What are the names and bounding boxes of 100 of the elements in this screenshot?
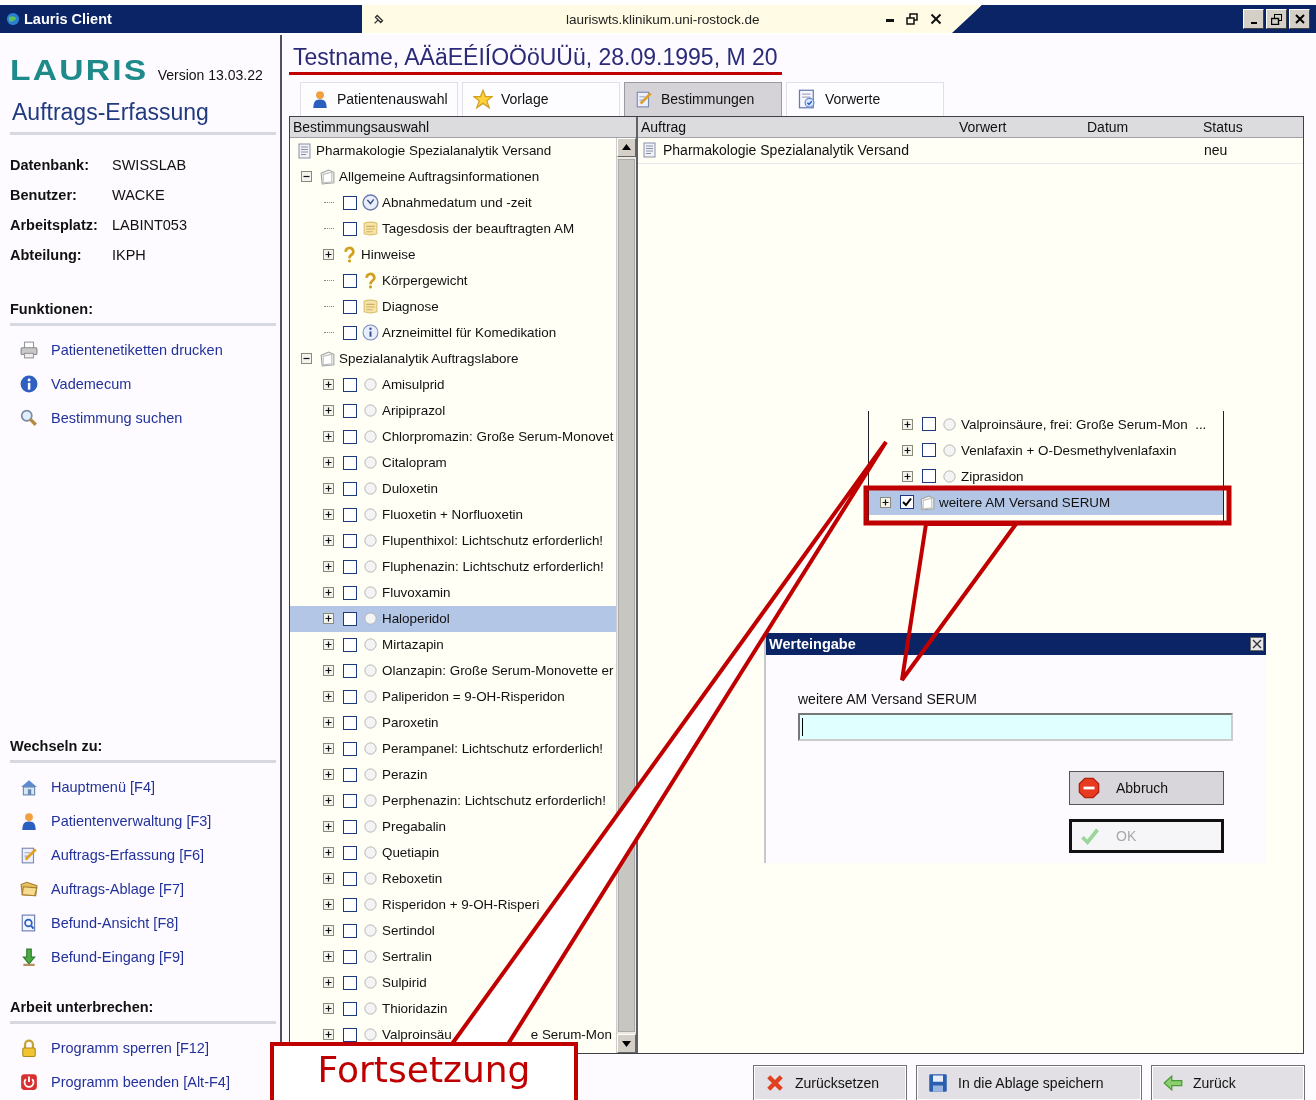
tree-row[interactable]: Thioridazin [290, 995, 616, 1022]
expand-toggle[interactable] [902, 444, 913, 456]
tree-row[interactable]: Aripiprazol [290, 397, 616, 424]
tree-row[interactable]: Venlafaxin + O-Desmethylvenlafaxin [869, 437, 1223, 463]
input-field[interactable] [798, 713, 1233, 741]
expand-toggle[interactable] [323, 483, 334, 495]
checkbox[interactable] [342, 741, 357, 756]
expand-toggle[interactable] [323, 691, 334, 703]
tree-row[interactable]: Hinweise [290, 241, 616, 268]
tab[interactable]: Patientenauswahl [300, 81, 458, 116]
expand-toggle[interactable] [323, 717, 334, 729]
expand-toggle[interactable] [323, 925, 334, 937]
tree-row[interactable]: Sulpirid [290, 969, 616, 996]
tree-row[interactable]: Ziprasidon [869, 463, 1223, 489]
checkbox[interactable] [342, 533, 357, 548]
tree-row[interactable]: weitere AM Versand SERUM [869, 489, 1223, 515]
checkbox[interactable] [342, 715, 357, 730]
sidebar-link[interactable]: Patientenetiketten drucken [51, 342, 223, 358]
expand-toggle[interactable] [323, 509, 334, 521]
tree-row[interactable]: Spezialanalytik Auftragslabore [290, 345, 616, 372]
expand-toggle[interactable] [323, 587, 334, 599]
sidebar-link[interactable]: Befund-Eingang [F9] [51, 949, 184, 965]
sidebar-link[interactable]: Vademecum [51, 376, 132, 392]
expand-toggle[interactable] [323, 743, 334, 755]
checkbox[interactable] [342, 637, 357, 652]
tree-row[interactable]: Duloxetin [290, 475, 616, 502]
checkbox[interactable] [342, 819, 357, 834]
tree-row[interactable]: Diagnose [290, 293, 616, 320]
expand-toggle[interactable] [902, 470, 913, 482]
tree-row[interactable]: Valproinsäure, frei: Große Serum-Mon ... [869, 411, 1223, 437]
checkbox[interactable] [342, 897, 357, 912]
expand-toggle[interactable] [323, 405, 334, 417]
expand-toggle[interactable] [323, 899, 334, 911]
checkbox[interactable] [342, 195, 357, 210]
tree-row[interactable]: Amisulprid [290, 371, 616, 398]
checkbox[interactable] [342, 1027, 357, 1042]
scrollbar[interactable] [616, 137, 636, 1053]
checkbox[interactable] [342, 663, 357, 678]
tree-row[interactable]: Mirtazapin [290, 631, 616, 658]
sidebar-link[interactable]: Befund-Ansicht [F8] [51, 915, 179, 931]
checkbox[interactable] [921, 443, 936, 457]
tree-row[interactable]: Risperidon + 9-OH-Risperi [290, 891, 616, 918]
checkbox[interactable] [342, 767, 357, 782]
restore-icon[interactable] [906, 13, 918, 25]
checkbox[interactable] [342, 507, 357, 522]
tree-row[interactable]: Sertralin [290, 943, 616, 970]
collapse-toggle[interactable] [301, 353, 312, 365]
expand-toggle[interactable] [902, 418, 913, 430]
expand-toggle[interactable] [323, 847, 334, 859]
restore-button[interactable] [1266, 9, 1287, 29]
collapse-toggle[interactable] [301, 171, 312, 183]
checkbox[interactable] [342, 429, 357, 444]
tab[interactable]: Bestimmungen [624, 81, 782, 116]
tree-row[interactable]: Paliperidon = 9-OH-Risperidon [290, 683, 616, 710]
expand-toggle[interactable] [323, 665, 334, 677]
tree-row[interactable]: Paroxetin [290, 709, 616, 736]
tree-row[interactable]: Citalopram [290, 449, 616, 476]
tab[interactable]: Vorlage [462, 81, 620, 116]
action-button[interactable]: In die Ablage speichern [917, 1066, 1141, 1100]
sidebar-link[interactable]: Bestimmung suchen [51, 410, 183, 426]
checkbox[interactable] [899, 495, 914, 509]
dialog-button[interactable]: Abbruch [1069, 771, 1224, 805]
checkbox[interactable] [342, 299, 357, 314]
action-button[interactable]: Zurück [1152, 1066, 1304, 1100]
tree-row[interactable]: Flupenthixol: Lichtschutz erforderlich! [290, 527, 616, 554]
tree-row[interactable]: Fluoxetin + Norfluoxetin [290, 501, 616, 528]
tree-row[interactable]: Abnahmedatum und -zeit [290, 189, 616, 216]
expand-toggle[interactable] [323, 535, 334, 547]
checkbox[interactable] [342, 949, 357, 964]
sidebar-link[interactable]: Auftrags-Ablage [F7] [51, 881, 184, 897]
tree-row[interactable]: Fluphenazin: Lichtschutz erforderlich! [290, 553, 616, 580]
tree-row[interactable]: Haloperidol [290, 605, 616, 632]
close-icon[interactable] [930, 13, 942, 25]
expand-toggle[interactable] [323, 795, 334, 807]
expand-toggle[interactable] [323, 457, 334, 469]
action-button[interactable]: Zurücksetzen [754, 1066, 906, 1100]
checkbox[interactable] [342, 689, 357, 704]
checkbox[interactable] [342, 611, 357, 626]
tree-row[interactable]: Pharmakologie Spezialanalytik Versand [290, 137, 616, 164]
tree-row[interactable]: Perphenazin: Lichtschutz erforderlich! [290, 787, 616, 814]
tab[interactable]: Vorwerte [786, 81, 944, 116]
checkbox[interactable] [342, 845, 357, 860]
checkbox[interactable] [342, 559, 357, 574]
tree-row[interactable]: Sertindol [290, 917, 616, 944]
checkbox[interactable] [342, 221, 357, 236]
sidebar-link[interactable]: Auftrags-Erfassung [F6] [51, 847, 205, 863]
checkbox[interactable] [342, 871, 357, 886]
expand-toggle[interactable] [323, 613, 334, 625]
expand-toggle[interactable] [323, 561, 334, 573]
close-button[interactable] [1250, 637, 1264, 651]
checkbox[interactable] [342, 325, 357, 340]
expand-toggle[interactable] [323, 977, 334, 989]
tree-row[interactable]: Fluvoxamin [290, 579, 616, 606]
sidebar-link[interactable]: Programm beenden [Alt-F4] [51, 1074, 230, 1090]
tree-row[interactable]: Tagesdosis der beauftragten AM [290, 215, 616, 242]
tree-row[interactable]: Perazin [290, 761, 616, 788]
tree-row[interactable]: Perampanel: Lichtschutz erforderlich! [290, 735, 616, 762]
sidebar-link[interactable]: Hauptmenü [F4] [51, 779, 155, 795]
expand-toggle[interactable] [323, 873, 334, 885]
minimize-button[interactable] [1243, 9, 1264, 29]
